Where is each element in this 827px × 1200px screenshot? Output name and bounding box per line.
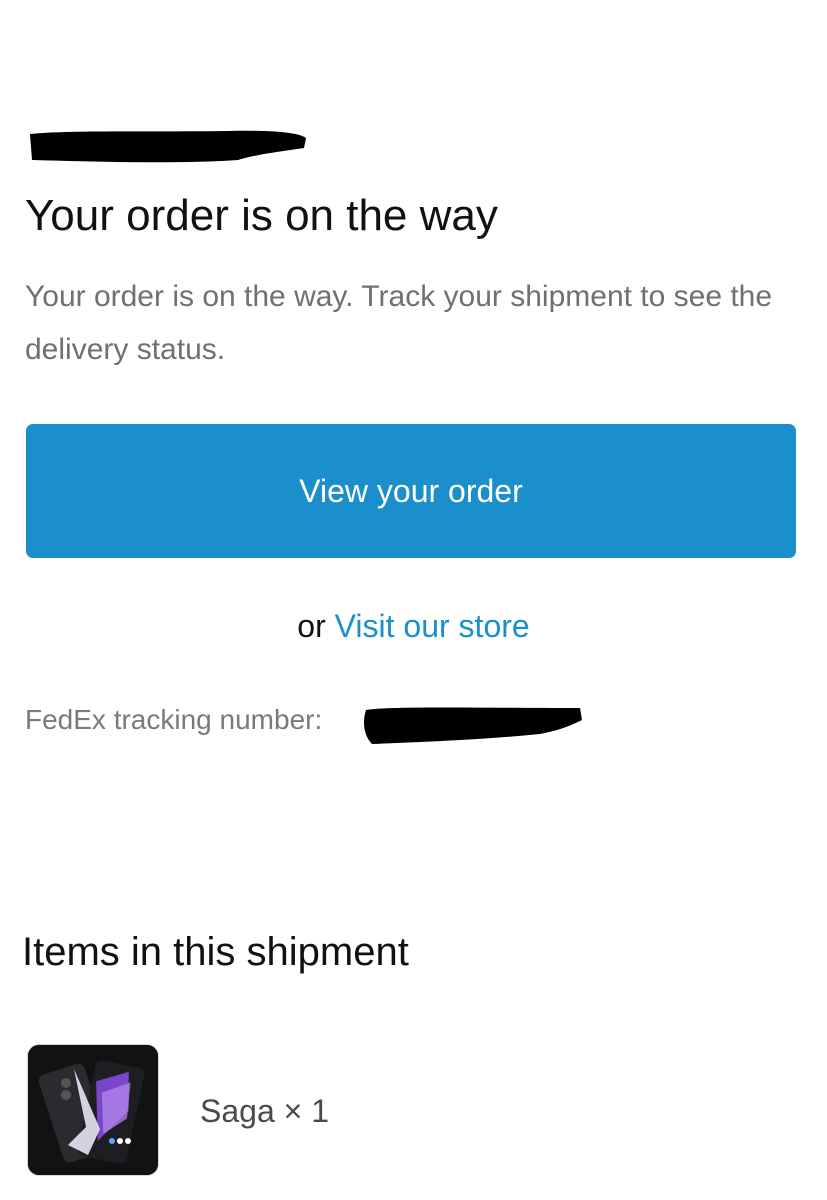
visit-store-line: or Visit our store [0, 604, 827, 648]
or-text: or [297, 608, 326, 644]
view-order-button[interactable]: View your order [26, 424, 796, 558]
item-name: Saga × 1 [200, 1093, 329, 1129]
visit-store-link[interactable]: Visit our store [335, 608, 530, 644]
product-thumbnail [27, 1044, 159, 1176]
page-subtitle: Your order is on the way. Track your shi… [25, 280, 773, 366]
shipment-section-title: Items in this shipment [22, 930, 409, 974]
tracking-label: FedEx tracking number: [25, 704, 323, 735]
page-title: Your order is on the way [25, 191, 498, 240]
phone-product-icon [28, 1045, 158, 1175]
redacted-text [30, 130, 306, 163]
redacted-tracking-number [364, 707, 582, 744]
